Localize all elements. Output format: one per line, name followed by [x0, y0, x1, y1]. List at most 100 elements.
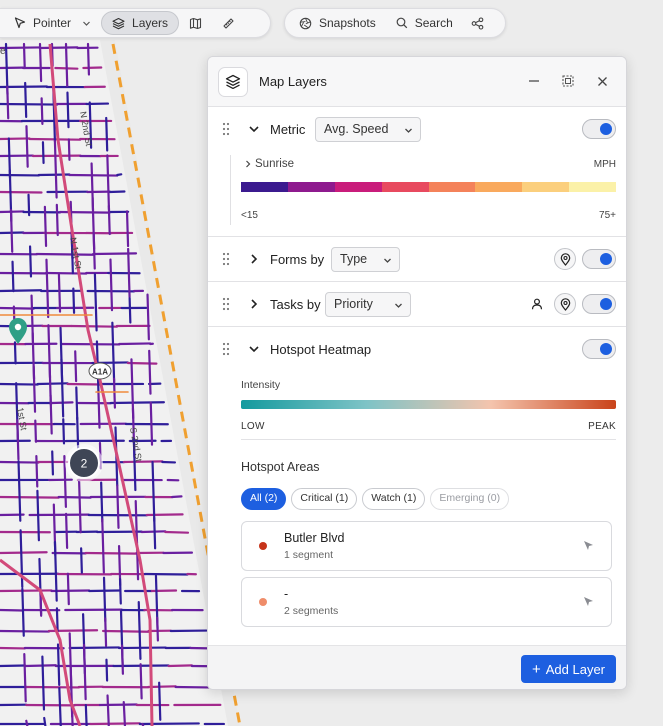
heatmap-layer-toggle[interactable] [582, 339, 616, 359]
metric-layer-toggle[interactable] [582, 119, 616, 139]
ramp-swatch [475, 182, 523, 192]
ramp-swatch [522, 182, 570, 192]
chevron-down-icon[interactable] [248, 343, 260, 355]
street-segment [66, 572, 70, 606]
minimize-button[interactable] [526, 73, 542, 89]
chevron-right-icon[interactable] [248, 253, 260, 265]
close-icon [597, 76, 607, 86]
street-segment [51, 450, 55, 476]
layers-badge [218, 67, 248, 97]
chevron-down-icon[interactable] [248, 123, 260, 135]
street-segment [171, 495, 183, 499]
ruler-icon [223, 17, 234, 29]
tasks-pin-button[interactable] [554, 293, 576, 315]
hotspot-area-card[interactable]: Butler Blvd 1 segment [241, 521, 612, 571]
drag-handle-icon[interactable] [222, 297, 230, 311]
metric-select[interactable]: Avg. Speed [315, 117, 421, 142]
street-segment [109, 401, 165, 405]
forms-select-value: Type [340, 252, 368, 266]
pointer-icon [14, 17, 26, 29]
tasks-select[interactable]: Priority [325, 292, 411, 317]
layers-stack-icon [225, 74, 241, 90]
chevron-down-icon [384, 258, 391, 263]
tasks-layer-section: Tasks by Priority [208, 282, 626, 327]
plus-icon: + [531, 660, 541, 678]
panel-header: Map Layers [208, 57, 626, 107]
ramp-max-label: 75+ [599, 210, 616, 221]
forms-layer-toggle[interactable] [582, 249, 616, 269]
close-button[interactable] [594, 73, 610, 89]
street-segment [0, 190, 43, 194]
navigate-arrow-icon[interactable] [582, 539, 595, 552]
share-button[interactable] [463, 11, 492, 35]
street-segment [138, 722, 200, 726]
drag-handle-icon[interactable] [222, 342, 230, 356]
measure-button[interactable] [212, 11, 245, 35]
street-segment [68, 646, 121, 650]
snapshots-button[interactable]: Snapshots [289, 11, 386, 35]
cluster-marker[interactable]: 2 [65, 444, 103, 482]
toggle-knob [600, 343, 612, 355]
filter-chip-critical[interactable]: Critical (1) [291, 488, 358, 510]
forms-pin-button[interactable] [554, 248, 576, 270]
street-segment [0, 306, 35, 310]
severity-dot [259, 542, 267, 550]
street-segment [25, 719, 29, 726]
tasks-select-value: Priority [334, 297, 373, 311]
filter-chip-watch[interactable]: Watch (1) [362, 488, 426, 510]
street-segment [148, 349, 152, 395]
search-icon [396, 17, 407, 29]
forms-select[interactable]: Type [331, 247, 400, 272]
street-segment [34, 419, 38, 443]
street-segment [122, 700, 127, 726]
street-segment [22, 42, 26, 70]
map-pin-icon [560, 252, 570, 266]
palette-selector[interactable]: Sunrise [244, 158, 294, 170]
street-segment [158, 681, 162, 721]
street-segment [36, 489, 40, 542]
street-segment [25, 125, 29, 168]
snapshots-label: Snapshots [319, 16, 376, 30]
street-segment [58, 210, 111, 214]
street-segment [100, 481, 104, 523]
metric-select-value: Avg. Speed [324, 122, 389, 136]
layers-mode-button[interactable]: Layers [101, 11, 180, 35]
drag-handle-icon[interactable] [222, 122, 230, 136]
street-segment [0, 551, 48, 555]
layers-icon [112, 17, 125, 29]
street-segment [0, 137, 31, 141]
street-segment [55, 607, 59, 633]
tasks-layer-toggle[interactable] [582, 294, 616, 314]
dock-button[interactable] [560, 73, 576, 89]
add-layer-button[interactable]: + Add Layer [521, 655, 616, 683]
hotspot-area-card[interactable]: - 2 segments [241, 577, 612, 627]
heatmap-details: Intensity LOW PEAK Hotspot Areas All (2)… [208, 371, 626, 647]
street-segment [84, 704, 88, 726]
street-segment [28, 245, 33, 278]
metric-layer-row: Metric Avg. Speed [208, 107, 626, 151]
street-segment [43, 205, 48, 248]
search-button[interactable]: Search [386, 11, 463, 35]
street-segment [120, 644, 124, 675]
street-segment [104, 617, 108, 647]
street-segment [167, 664, 193, 668]
ramp-swatch [287, 182, 335, 192]
street-segment [92, 252, 138, 256]
street-segment [127, 247, 131, 299]
street-segment [97, 391, 101, 429]
pointer-mode-button[interactable]: Pointer [4, 11, 101, 35]
filter-chip-emerging[interactable]: Emerging (0) [430, 488, 510, 510]
user-icon [531, 298, 543, 310]
drag-handle-icon[interactable] [222, 252, 230, 266]
tasks-assignee-button[interactable] [526, 293, 548, 315]
street-segment [62, 418, 66, 445]
street-segment [89, 722, 141, 726]
severity-dot [259, 598, 267, 606]
chevron-right-icon[interactable] [248, 298, 260, 310]
street-segment [58, 687, 62, 726]
street-segment [75, 386, 79, 421]
map-view-button[interactable] [179, 11, 212, 35]
navigate-arrow-icon[interactable] [582, 595, 595, 608]
filter-chip-all[interactable]: All (2) [241, 488, 287, 510]
street-segment [24, 81, 28, 119]
